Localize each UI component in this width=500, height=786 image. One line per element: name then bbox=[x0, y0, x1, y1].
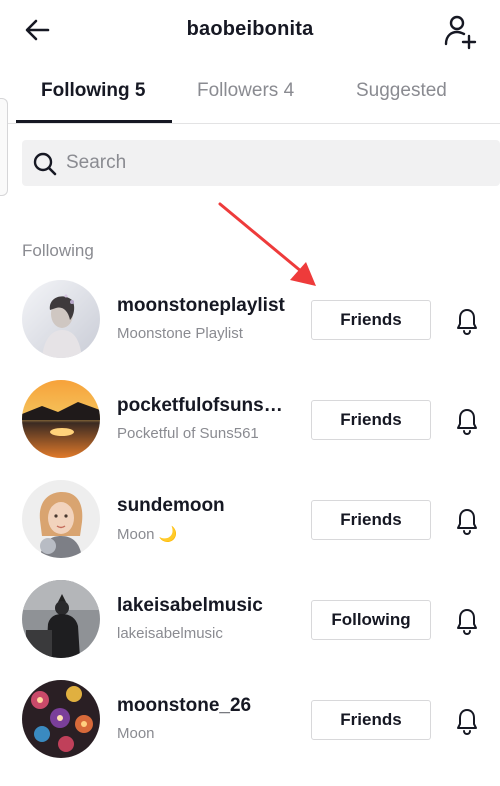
username: moonstone_26 bbox=[117, 695, 252, 716]
list-item[interactable]: moonstoneplaylist Moonstone Playlist Fri… bbox=[0, 270, 500, 370]
page-title: baobeibonita bbox=[186, 18, 314, 40]
header: baobeibonita bbox=[0, 0, 500, 62]
section-label: Following bbox=[22, 241, 94, 260]
nickname-text: Moon bbox=[117, 526, 155, 543]
friends-button[interactable]: Friends bbox=[311, 400, 431, 440]
friends-button[interactable]: Friends bbox=[311, 300, 431, 340]
bell-icon[interactable] bbox=[453, 306, 481, 336]
bell-icon[interactable] bbox=[453, 406, 481, 436]
bell-icon[interactable] bbox=[453, 606, 481, 636]
friends-button[interactable]: Friends bbox=[311, 700, 431, 740]
tab-suggested[interactable]: Suggested bbox=[356, 80, 447, 102]
nickname: lakeisabelmusic bbox=[117, 625, 223, 642]
search-input[interactable] bbox=[66, 140, 486, 186]
tab-following[interactable]: Following 5 bbox=[41, 80, 146, 102]
avatar[interactable] bbox=[22, 480, 100, 558]
tab-bar: Following 5 Followers 4 Suggested bbox=[0, 62, 500, 124]
username: pocketfulofsuns… bbox=[117, 395, 283, 416]
nickname: Moonstone Playlist bbox=[117, 325, 243, 342]
bell-icon[interactable] bbox=[453, 706, 481, 736]
tab-followers[interactable]: Followers 4 bbox=[197, 80, 294, 102]
bell-icon[interactable] bbox=[453, 506, 481, 536]
avatar[interactable] bbox=[22, 580, 100, 658]
username: moonstoneplaylist bbox=[117, 295, 285, 316]
moon-emoji: 🌙 bbox=[158, 526, 178, 543]
search-bar[interactable] bbox=[22, 140, 500, 186]
side-drawer-handle[interactable] bbox=[0, 98, 8, 196]
avatar[interactable] bbox=[22, 280, 100, 358]
active-tab-indicator bbox=[16, 120, 172, 123]
nickname: Pocketful of Suns561 bbox=[117, 425, 259, 442]
username: sundemoon bbox=[117, 495, 225, 516]
list-item[interactable]: lakeisabelmusic lakeisabelmusic Followin… bbox=[0, 570, 500, 670]
avatar[interactable] bbox=[22, 380, 100, 458]
friends-button[interactable]: Friends bbox=[311, 500, 431, 540]
following-list: moonstoneplaylist Moonstone Playlist Fri… bbox=[0, 270, 500, 770]
list-item[interactable]: moonstone_26 Moon Friends bbox=[0, 670, 500, 770]
username: lakeisabelmusic bbox=[117, 595, 263, 616]
list-item[interactable]: pocketfulofsuns… Pocketful of Suns561 Fr… bbox=[0, 370, 500, 470]
nickname: Moon 🌙 bbox=[117, 525, 177, 543]
search-icon bbox=[33, 152, 57, 176]
add-user-icon[interactable] bbox=[440, 12, 480, 52]
list-item[interactable]: sundemoon Moon 🌙 Friends bbox=[0, 470, 500, 570]
following-button[interactable]: Following bbox=[311, 600, 431, 640]
nickname: Moon bbox=[117, 725, 155, 742]
avatar[interactable] bbox=[22, 680, 100, 758]
